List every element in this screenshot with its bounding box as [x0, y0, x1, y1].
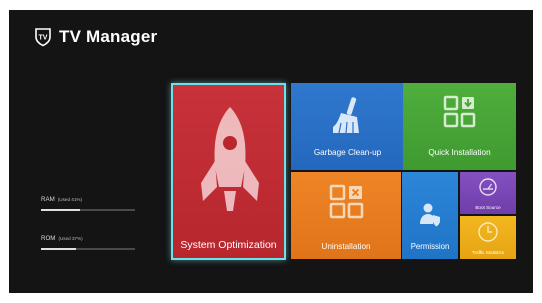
permission-label: Permission: [410, 242, 450, 251]
permission-tile[interactable]: Permission: [402, 172, 458, 259]
broom-icon: [333, 97, 359, 134]
ram-label: RAM: [41, 196, 55, 203]
rom-usage-fill: [41, 248, 76, 250]
rom-used-label: (Used 37%): [58, 236, 83, 241]
tv-manager-screen: TV TV Manager RAM (Used 41%) ROM (Used 3…: [9, 10, 533, 293]
uninstallation-label: Uninstallation: [321, 242, 371, 251]
uninstallation-tile[interactable]: Uninstallation: [291, 172, 401, 259]
rocket-icon: [201, 107, 259, 211]
app-grid-remove-icon: [329, 184, 364, 219]
tv-shield-logo-icon: TV: [35, 28, 51, 47]
quick-installation-label: Quick Installation: [428, 148, 491, 157]
svg-text:TV: TV: [39, 35, 48, 42]
traffic-statistics-label: Traffic Statistics: [471, 250, 505, 255]
app-header: TV TV Manager: [33, 27, 157, 47]
system-optimization-tile[interactable]: System Optimization: [171, 83, 286, 260]
rom-label: ROM: [41, 235, 56, 242]
gauge-icon: [479, 178, 497, 196]
ram-usage-bar: [41, 209, 135, 211]
ram-used-label: (Used 41%): [57, 197, 83, 202]
rom-usage: ROM (Used 37%): [41, 235, 135, 250]
quick-installation-tile[interactable]: Quick Installation: [403, 83, 516, 170]
boot-source-label: Boot Source: [475, 205, 501, 210]
traffic-statistics-tile[interactable]: Traffic Statistics: [460, 216, 516, 259]
app-title: TV Manager: [59, 27, 158, 46]
rom-usage-bar: [41, 248, 135, 250]
garbage-cleanup-label: Garbage Clean-up: [313, 148, 382, 157]
system-optimization-label: System Optimization: [180, 239, 277, 251]
garbage-cleanup-tile[interactable]: Garbage Clean-up: [291, 83, 404, 170]
boot-source-tile[interactable]: Boot Source: [460, 172, 516, 214]
ram-usage: RAM (Used 41%): [41, 196, 135, 211]
user-shield-icon: [420, 203, 440, 227]
app-grid-download-icon: [443, 95, 476, 128]
ram-usage-fill: [41, 209, 80, 211]
clock-icon: [478, 222, 498, 242]
